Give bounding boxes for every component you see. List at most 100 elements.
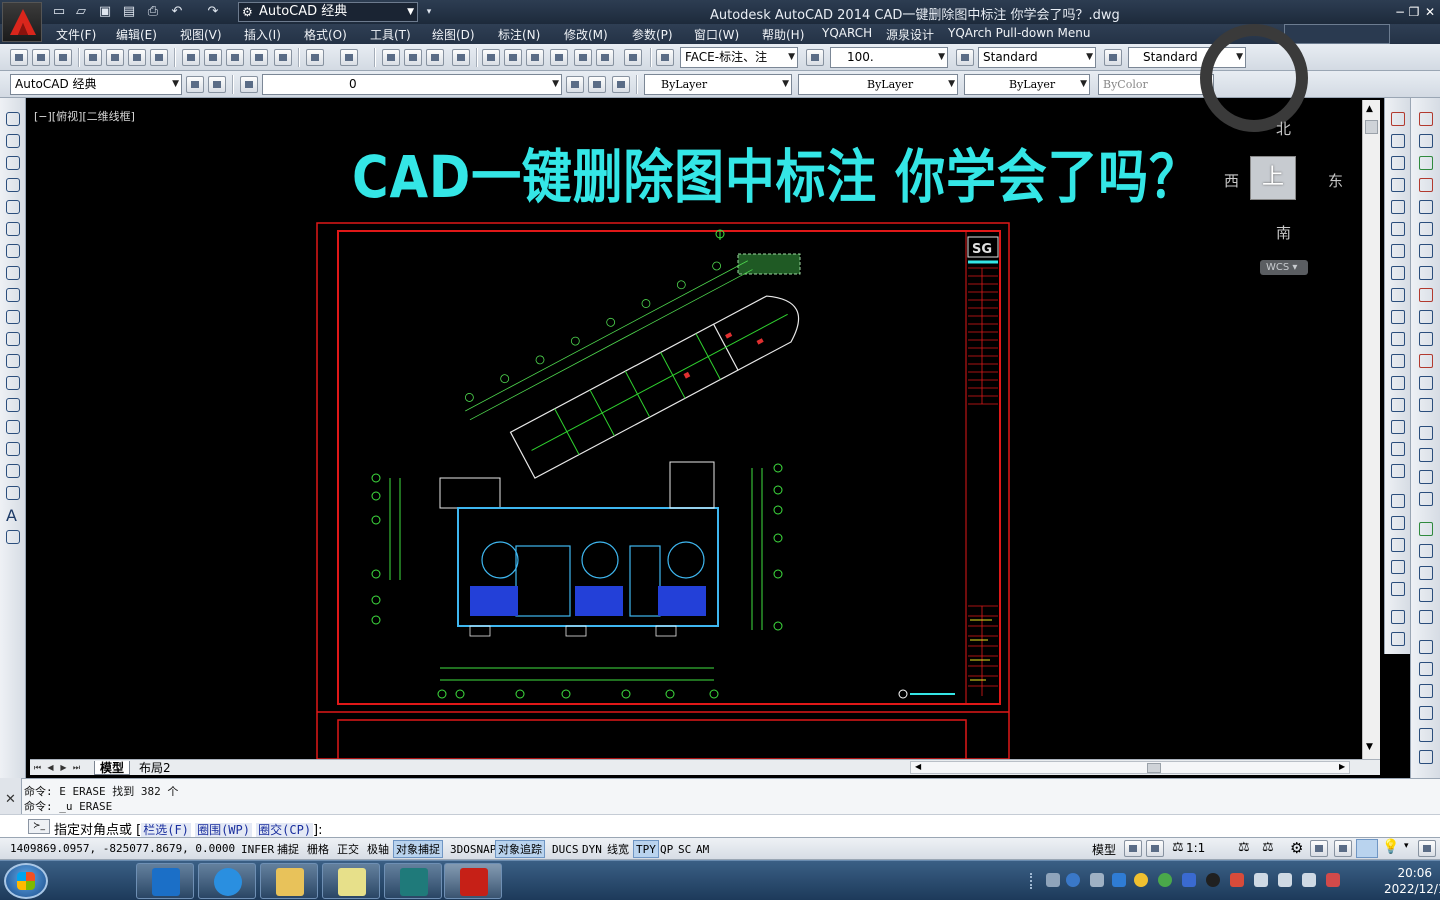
gradient-icon[interactable] xyxy=(4,440,21,457)
layer-select[interactable]: 0 ▼ xyxy=(262,74,562,95)
preview-icon[interactable] xyxy=(106,49,124,66)
lightbulb-icon[interactable]: 💡 xyxy=(1382,839,1399,855)
extend-icon[interactable] xyxy=(1389,330,1406,347)
trim-icon[interactable] xyxy=(1389,308,1406,325)
annotation-visibility-icon[interactable]: ⚖ xyxy=(1238,840,1250,855)
viewcube-top-face[interactable]: 上 xyxy=(1250,156,1296,200)
qq-icon[interactable] xyxy=(1206,873,1220,887)
start-button[interactable] xyxy=(4,863,48,899)
vertical-scroll-thumb[interactable] xyxy=(1365,120,1378,134)
next-tab-icon[interactable]: ▶ xyxy=(58,761,69,774)
yq-tool-2-icon[interactable] xyxy=(1417,132,1434,149)
tab-layout2[interactable]: 布局2 xyxy=(134,761,176,775)
keyboard-icon[interactable] xyxy=(1046,873,1060,887)
viewcube[interactable] xyxy=(1196,20,1312,136)
new-file-icon[interactable]: ▭ xyxy=(50,3,68,21)
power-icon[interactable] xyxy=(1302,873,1316,887)
properties-icon[interactable] xyxy=(482,49,500,66)
app-red-icon[interactable] xyxy=(1230,873,1244,887)
tab-model[interactable]: 模型 xyxy=(94,761,131,775)
stretch-icon[interactable] xyxy=(1389,286,1406,303)
add-selected-icon[interactable] xyxy=(4,528,21,545)
print-icon[interactable]: ⎙ xyxy=(144,3,162,21)
blend-icon[interactable] xyxy=(1389,440,1406,457)
region-icon[interactable] xyxy=(4,462,21,479)
pan-icon[interactable] xyxy=(382,49,400,66)
table-icon[interactable] xyxy=(4,484,21,501)
vertical-scrollbar[interactable]: ▲ ▼ xyxy=(1362,100,1380,759)
network-tray-icon[interactable] xyxy=(1112,873,1126,887)
compass-south[interactable]: 南 xyxy=(1276,222,1291,243)
yq-tool-24-icon[interactable] xyxy=(1417,638,1434,655)
publish-icon[interactable] xyxy=(128,49,146,66)
menu-yqarch[interactable]: YQARCH xyxy=(822,26,872,40)
menu-file[interactable]: 文件(F) xyxy=(56,26,96,43)
volume-icon[interactable] xyxy=(1254,873,1268,887)
menu-yuanquan[interactable]: 源泉设计 xyxy=(886,26,934,43)
toggle-grid[interactable]: 栅格 xyxy=(304,840,332,858)
prev-tab-icon[interactable]: ◀ xyxy=(45,761,56,774)
yq-tool-10-icon[interactable] xyxy=(1417,308,1434,325)
zoom-realtime-icon[interactable] xyxy=(404,49,422,66)
ellipse-icon[interactable] xyxy=(4,308,21,325)
last-tab-icon[interactable]: ⏭ xyxy=(71,761,82,774)
option-crossing-polygon[interactable]: 圈交(CP) xyxy=(256,823,314,837)
yq-tool-27-icon[interactable] xyxy=(1417,704,1434,721)
menu-edit[interactable]: 编辑(E) xyxy=(116,26,157,43)
yq-tool-13-icon[interactable] xyxy=(1417,374,1434,391)
open-file-icon[interactable]: ▱ xyxy=(72,3,90,21)
horizontal-scrollbar[interactable]: ◀ ▶ xyxy=(910,761,1350,774)
taskbar-notepad[interactable] xyxy=(322,863,380,899)
wcs-menu[interactable]: WCS ▾ xyxy=(1260,260,1308,275)
flag-icon[interactable] xyxy=(1326,873,1340,887)
plot-icon[interactable] xyxy=(84,49,102,66)
status-menu-icon[interactable]: ▾ xyxy=(1404,841,1409,851)
make-current-icon[interactable] xyxy=(566,76,584,93)
scroll-left-icon[interactable]: ◀ xyxy=(915,762,921,771)
menu-tools[interactable]: 工具(T) xyxy=(370,26,411,43)
break-icon[interactable] xyxy=(1389,352,1406,369)
layer-state-icon[interactable] xyxy=(612,76,630,93)
annotation-scale-icon[interactable]: ⚖ xyxy=(1172,840,1184,855)
close-icon[interactable]: ✕ xyxy=(1422,4,1438,20)
layer-tool-5-icon[interactable] xyxy=(1389,580,1406,597)
autocad-logo-button[interactable] xyxy=(2,2,42,42)
taskbar-autocad[interactable] xyxy=(444,863,502,899)
help-tray-icon[interactable] xyxy=(1066,873,1080,887)
coordinate-readout[interactable]: 1409869.0957, -825077.8679, 0.0000 xyxy=(10,842,235,855)
app-green-icon[interactable] xyxy=(1158,873,1172,887)
mirror-icon[interactable] xyxy=(1389,154,1406,171)
undo-icon[interactable]: ↶ xyxy=(168,3,186,21)
quick-view-layouts-icon[interactable] xyxy=(1124,840,1142,857)
taskbar-app-2[interactable] xyxy=(198,863,256,899)
yq-tool-6-icon[interactable] xyxy=(1417,220,1434,237)
compass-north[interactable]: 北 xyxy=(1276,118,1291,139)
yq-tool-9-icon[interactable] xyxy=(1417,286,1434,303)
yq-tool-18-icon[interactable] xyxy=(1417,490,1434,507)
toggle-otrack[interactable]: 对象追踪 xyxy=(495,840,545,858)
workspace-select-2[interactable]: AutoCAD 经典 ▼ xyxy=(10,74,182,95)
point-icon[interactable] xyxy=(4,396,21,413)
design-center-icon[interactable] xyxy=(504,49,522,66)
zoom-previous-icon[interactable] xyxy=(452,49,470,66)
layer-manager-icon[interactable] xyxy=(240,76,258,93)
layer-tool-3-icon[interactable] xyxy=(1389,536,1406,553)
revision-cloud-icon[interactable] xyxy=(4,264,21,281)
new-icon[interactable] xyxy=(10,49,28,66)
compass-west[interactable]: 西 xyxy=(1224,170,1239,191)
text-style-select[interactable]: FACE-标注、注 ▼ xyxy=(680,47,798,68)
yq-tool-11-icon[interactable] xyxy=(1417,330,1434,347)
redo-icon[interactable] xyxy=(340,49,358,66)
menu-draw[interactable]: 绘图(D) xyxy=(432,26,475,43)
yq-tool-3-icon[interactable] xyxy=(1417,154,1434,171)
color-select[interactable]: ByLayer ▼ xyxy=(644,74,792,95)
linetype-select[interactable]: ByLayer ▼ xyxy=(798,74,958,95)
restore-icon[interactable]: ❐ xyxy=(1406,4,1422,20)
layer-tool-1-icon[interactable] xyxy=(1389,492,1406,509)
zoom-window-icon[interactable] xyxy=(426,49,444,66)
polygon-icon[interactable] xyxy=(4,176,21,193)
display-icon[interactable] xyxy=(1278,873,1292,887)
toggle-polar[interactable]: 极轴 xyxy=(364,840,392,858)
taskbar-app-5[interactable] xyxy=(384,863,442,899)
layer-tool-6-icon[interactable] xyxy=(1389,608,1406,625)
